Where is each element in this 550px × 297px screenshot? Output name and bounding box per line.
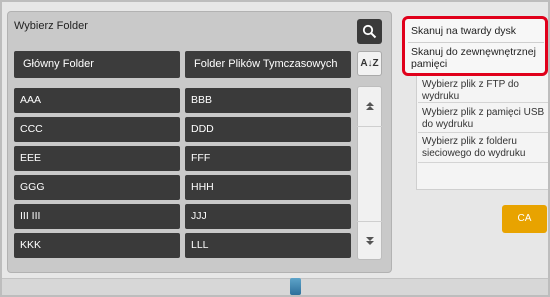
scrollbar-track[interactable] [357,126,382,222]
search-icon [362,24,377,39]
folder-item-eee[interactable]: EEE [14,146,180,171]
folder-item-iii[interactable]: III III [14,204,180,229]
scan-to-hdd-option[interactable]: Skanuj na twardy dysk [408,25,544,37]
sort-button[interactable]: A↓Z [357,51,382,76]
menu-item-usb-print[interactable]: Wybierz plik z pamięci USB do wydruku [418,105,548,133]
folder-item-jjj[interactable]: JJJ [185,204,351,229]
search-button[interactable] [357,19,382,44]
scroll-down-button[interactable] [357,222,382,260]
bottom-status-bar [0,278,550,297]
folder-item-bbb[interactable]: BBB [185,88,351,113]
scroll-up-button[interactable] [357,86,382,126]
folder-item-ggg[interactable]: GGG [14,175,180,200]
scan-to-external-memory-option[interactable]: Skanuj do zewnęwnętrznej pamięci [408,46,544,70]
folder-item-hhh[interactable]: HHH [185,175,351,200]
main-folder-tab[interactable]: Główny Folder [14,51,180,78]
menu-item-ftp-print[interactable]: Wybierz plik z FTP do wydruku [418,76,548,103]
scroll-up-icon [365,102,374,111]
folder-item-fff[interactable]: FFF [185,146,351,171]
folder-item-lll[interactable]: LLL [185,233,351,258]
popup-divider [408,42,544,43]
folder-item-ddd[interactable]: DDD [185,117,351,142]
device-status-icon [290,278,301,295]
screen: Wybierz Folder Główny Folder Folder Plik… [0,0,550,297]
sort-icon: A↓Z [360,58,379,69]
ca-button[interactable]: CA [502,205,547,233]
scroll-down-icon [365,237,374,246]
folder-item-ccc[interactable]: CCC [14,117,180,142]
menu-item-network-print[interactable]: Wybierz plik z folderu sieciowego do wyd… [418,134,548,163]
folder-item-kkk[interactable]: KKK [14,233,180,258]
panel-title: Wybierz Folder [14,20,88,32]
temp-files-folder-tab[interactable]: Folder Plików Tymczasowych [185,51,351,78]
folder-item-aaa[interactable]: AAA [14,88,180,113]
